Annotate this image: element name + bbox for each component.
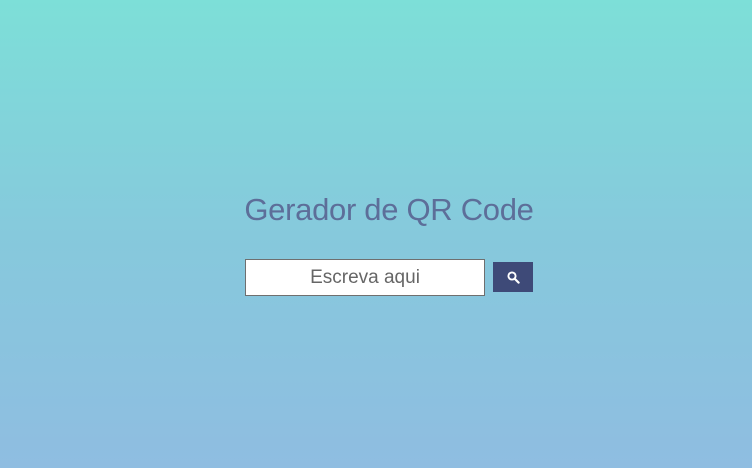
page-title: Gerador de QR Code (244, 192, 534, 227)
search-icon (506, 270, 520, 284)
generate-button[interactable] (493, 262, 533, 292)
qr-text-input[interactable] (245, 259, 485, 296)
app-container: Gerador de QR Code (0, 0, 752, 468)
